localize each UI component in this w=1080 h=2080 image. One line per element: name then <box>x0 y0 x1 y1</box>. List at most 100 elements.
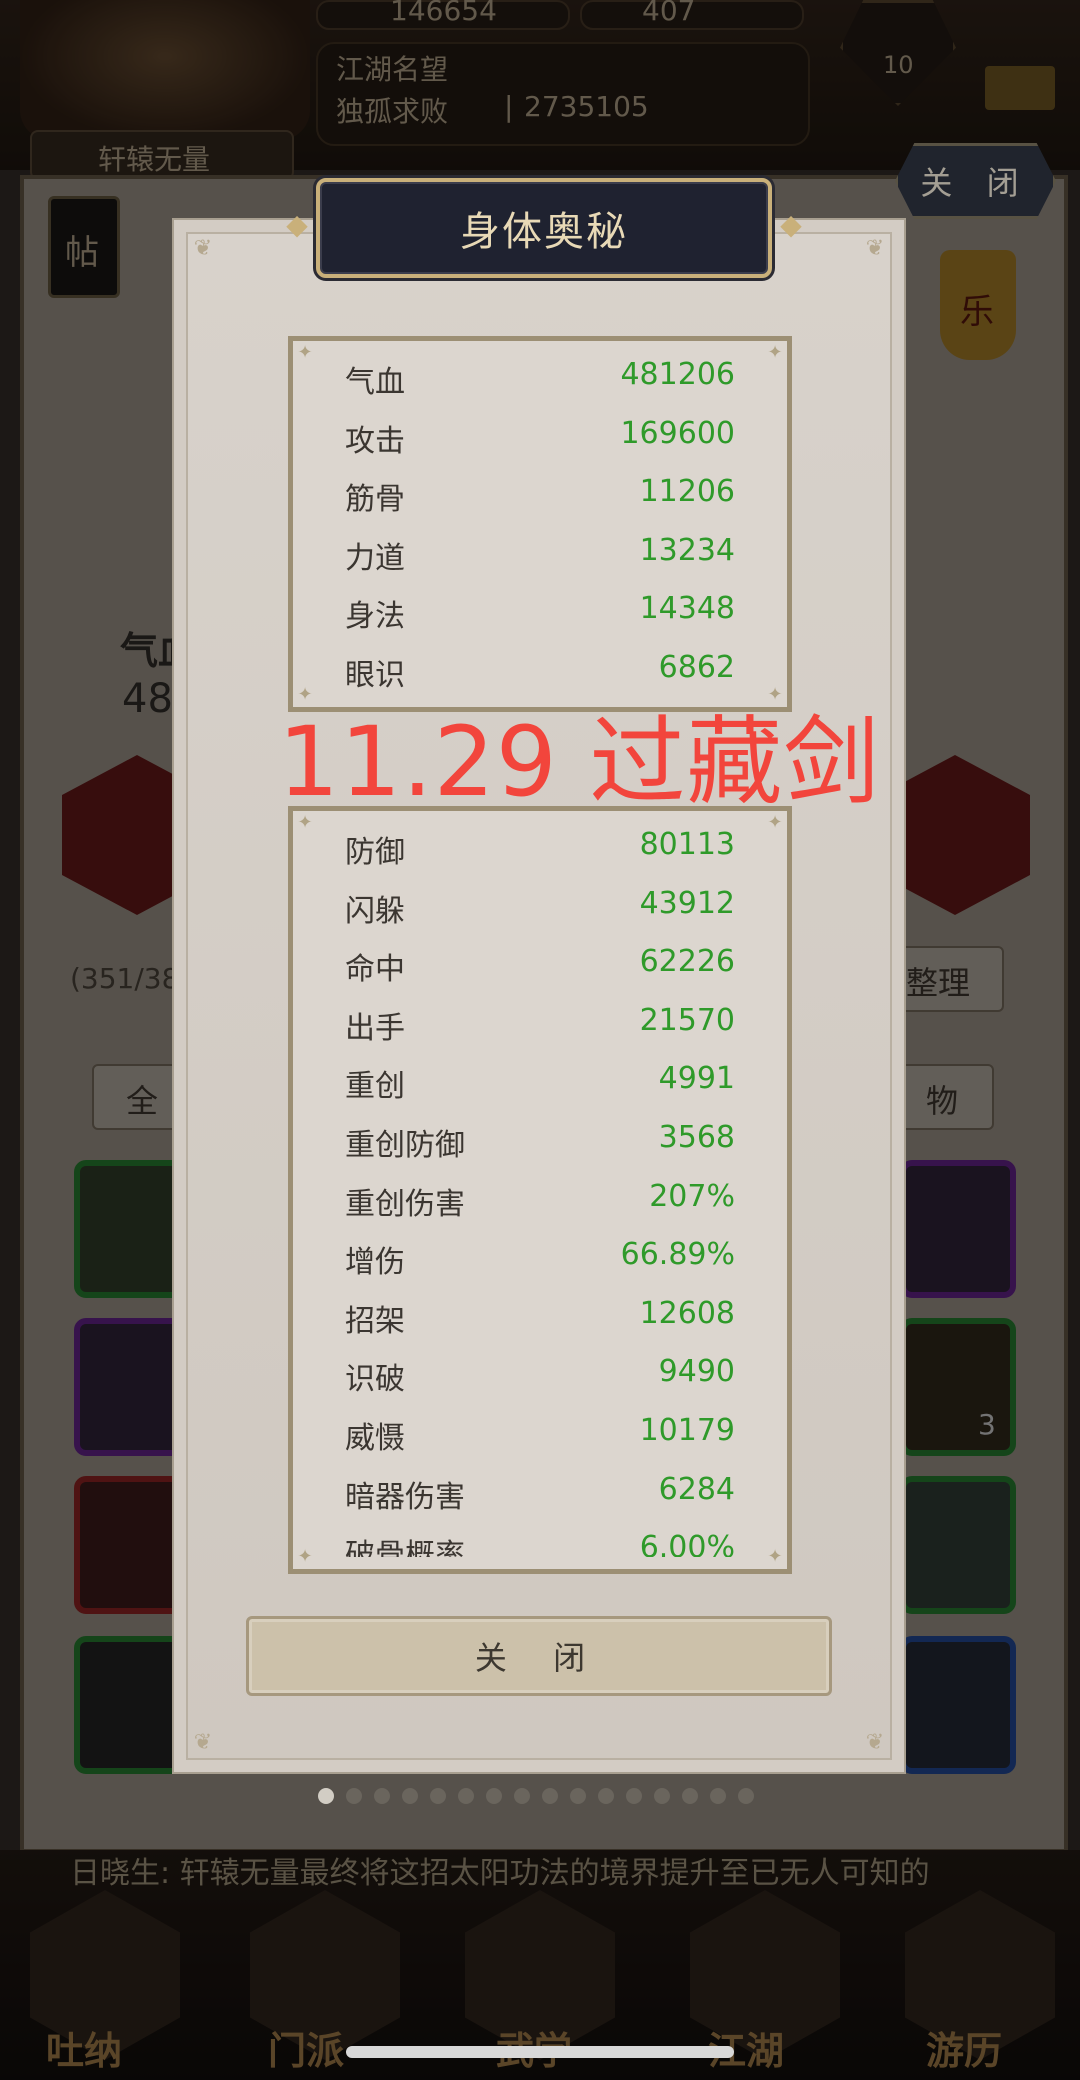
stat-label: 防御 <box>345 835 405 870</box>
dialog-title: 身体奥秘 <box>460 209 628 255</box>
corner-ornament-icon: ❦ <box>193 1730 213 1755</box>
footer-label-travel: 游历 <box>926 2028 1003 2073</box>
stat-value: 4991 <box>658 1061 735 1097</box>
page-dot[interactable] <box>570 1788 586 1804</box>
bag-count: (351/38 <box>70 962 180 995</box>
stat-label: 重创 <box>345 1069 405 1105</box>
stat-row: 命中 62226 <box>293 932 787 991</box>
stat-row: 气血 481206 <box>293 345 787 404</box>
inventory-slot[interactable]: 3 <box>900 1318 1016 1456</box>
stat-value: 14348 <box>639 591 735 627</box>
stat-label: 眼识 <box>345 657 405 693</box>
post-label: 帖 <box>65 233 99 273</box>
home-indicator[interactable] <box>346 2046 734 2058</box>
stat-partial-value: 48 <box>122 676 173 722</box>
page-dot[interactable] <box>542 1788 558 1804</box>
page-dot[interactable] <box>486 1788 502 1804</box>
stat-row: 暗器伤害 6284 <box>293 1460 787 1519</box>
tab-items[interactable]: 物 <box>900 1064 994 1130</box>
stat-row: 重创防御 3568 <box>293 1108 787 1167</box>
stat-value: 207% <box>649 1178 735 1214</box>
resource-pill-1: 146654 <box>316 0 570 30</box>
resource-pill-2: 407 <box>580 0 804 30</box>
page-dot[interactable] <box>598 1788 614 1804</box>
player-portrait[interactable] <box>20 0 310 140</box>
stat-value: 3568 <box>658 1119 735 1155</box>
page-dot[interactable] <box>374 1788 390 1804</box>
stat-label: 招架 <box>345 1303 405 1339</box>
page-dot[interactable] <box>514 1788 530 1804</box>
page-dot[interactable] <box>430 1788 446 1804</box>
stat-value: 43912 <box>639 885 735 921</box>
panel-corner-icon: ✦ <box>297 1546 313 1567</box>
taiji-level: 10 <box>883 51 914 79</box>
stat-row: 攻击 169600 <box>293 404 787 463</box>
fame-box: 江湖名望 独孤求败 | 2735105 <box>316 42 810 146</box>
page-dot[interactable] <box>682 1788 698 1804</box>
page-dot[interactable] <box>346 1788 362 1804</box>
player-name: 轩辕无量 <box>98 143 211 176</box>
stat-value: 6284 <box>658 1471 735 1507</box>
stat-row: 威慑 10179 <box>293 1401 787 1460</box>
top-close-button[interactable]: 关 闭 <box>895 143 1056 219</box>
stat-value: 169600 <box>620 415 735 451</box>
lantern-label: 乐 <box>960 292 994 332</box>
stat-row: 破骨概率 6.00% <box>293 1518 787 1557</box>
title-wing-left-icon: ◆ <box>286 208 308 241</box>
stat-row: 增伤 66.89% <box>293 1225 787 1284</box>
lantern-icon[interactable]: 乐 <box>940 250 1016 360</box>
inventory-slot[interactable] <box>900 1636 1016 1774</box>
page-indicator <box>318 1788 754 1804</box>
inventory-slot[interactable] <box>900 1476 1016 1614</box>
page-dot[interactable] <box>626 1788 642 1804</box>
sort-button-label: 整理 <box>906 964 971 1002</box>
rank-value: 2735105 <box>524 90 649 123</box>
stat-value: 6.00% <box>639 1530 735 1557</box>
stat-row: 招架 12608 <box>293 1284 787 1343</box>
stat-label: 威慑 <box>345 1420 405 1456</box>
stat-row: 识破 9490 <box>293 1342 787 1401</box>
player-name-tag: 轩辕无量 <box>30 130 294 180</box>
page-dot[interactable] <box>738 1788 754 1804</box>
stat-label: 暗器伤害 <box>345 1479 465 1515</box>
secondary-stats-panel[interactable]: ✦ ✦ ✦ ✦ 防御 80113 闪躲 43912 命中 62226 出手 21570 … <box>288 806 792 1574</box>
sort-button[interactable]: 整理 <box>900 946 1004 1012</box>
red-annotation-text: 11.29 过藏剑 <box>278 706 881 818</box>
primary-stats-panel: ✦ ✦ ✦ ✦ 气血 481206 攻击 169600 筋骨 11206 力道 1323… <box>288 336 792 712</box>
inventory-slot[interactable] <box>900 1160 1016 1298</box>
post-button[interactable]: 帖 <box>48 196 120 298</box>
resource-2-value: 407 <box>642 0 696 27</box>
stat-row: 闪躲 43912 <box>293 874 787 933</box>
mail-icon[interactable] <box>985 66 1055 110</box>
stat-value: 11206 <box>639 474 735 510</box>
stat-row: 力道 13234 <box>293 521 787 580</box>
rank-divider: | <box>504 90 514 123</box>
stat-value: 12608 <box>639 1295 735 1331</box>
stat-label: 破骨概率 <box>345 1538 465 1557</box>
page-dot[interactable] <box>654 1788 670 1804</box>
stat-value: 6862 <box>658 649 735 685</box>
rank-name: 独孤求败 <box>336 95 449 128</box>
tab-items-label: 物 <box>926 1082 959 1120</box>
corner-ornament-icon: ❦ <box>865 1730 885 1755</box>
slot-count: 3 <box>978 1408 996 1441</box>
stat-value: 66.89% <box>620 1237 735 1273</box>
page-dot[interactable] <box>318 1788 334 1804</box>
title-wing-right-icon: ◆ <box>780 208 802 241</box>
stat-value: 21570 <box>639 1002 735 1038</box>
stat-value: 62226 <box>639 944 735 980</box>
stat-label: 气血 <box>345 365 405 400</box>
stat-row: 眼识 6862 <box>293 638 787 697</box>
page-dot[interactable] <box>458 1788 474 1804</box>
resource-1-value: 146654 <box>390 0 497 27</box>
primary-stats-list: 气血 481206 攻击 169600 筋骨 11206 力道 13234 身法 1434… <box>293 341 787 697</box>
dialog-close-button[interactable]: 关 闭 <box>246 1616 832 1696</box>
stat-label: 筋骨 <box>345 482 405 518</box>
corner-ornament-icon: ❦ <box>193 236 213 261</box>
page-dot[interactable] <box>402 1788 418 1804</box>
secondary-stats-list[interactable]: 防御 80113 闪躲 43912 命中 62226 出手 21570 重创 4991 重… <box>293 815 787 1557</box>
page-dot[interactable] <box>710 1788 726 1804</box>
stat-label: 命中 <box>345 952 405 988</box>
panel-corner-icon: ✦ <box>767 1546 783 1567</box>
stat-row: 身法 14348 <box>293 579 787 638</box>
